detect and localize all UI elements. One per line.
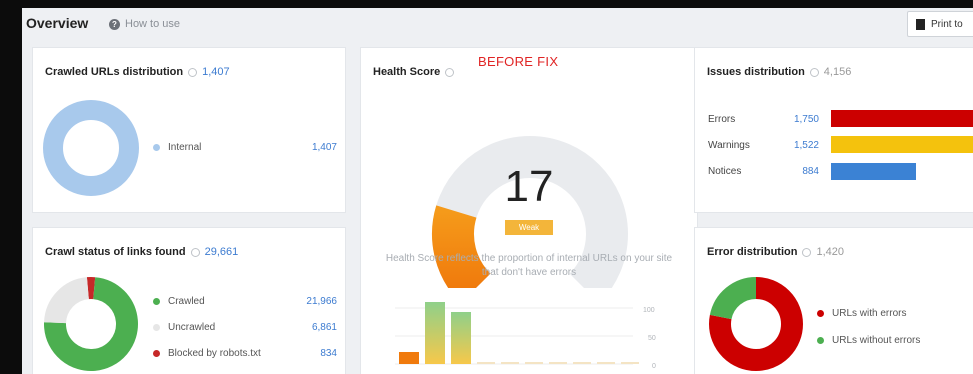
legend-item-uncrawled: Uncrawled: [153, 322, 215, 333]
issue-bar-notices[interactable]: [831, 163, 916, 180]
print-icon: [916, 18, 925, 30]
legend-dot: [153, 144, 160, 151]
history-bar-empty: [597, 362, 615, 364]
mini-tick-0: 0: [652, 363, 656, 370]
mini-tick-100: 100: [643, 307, 655, 314]
crawl-status-title: Crawl status of links found 29,661: [45, 246, 238, 258]
issue-value-warnings[interactable]: 1,522: [779, 140, 819, 151]
error-distribution-title: Error distribution 1,420: [707, 246, 844, 258]
history-bar: [425, 302, 445, 364]
before-fix-annotation: BEFORE FIX: [478, 54, 559, 69]
legend-item-crawled: Crawled: [153, 296, 205, 307]
legend-label: Internal: [168, 142, 202, 153]
card-title-text: Crawl status of links found: [45, 246, 186, 258]
legend-value-blocked[interactable]: 834: [285, 348, 337, 359]
legend-item-urls-without-errors: URLs without errors: [817, 335, 920, 346]
history-bar-empty: [549, 362, 567, 364]
overview-header: Overview ? How to use Print to: [22, 0, 973, 42]
error-distribution-card: Error distribution 1,420 URLs with error…: [694, 227, 973, 374]
mini-tick-50: 50: [648, 335, 656, 342]
info-icon[interactable]: [445, 67, 455, 77]
health-score-description: Health Score reflects the proportion of …: [385, 253, 673, 278]
card-title-text: Crawled URLs distribution: [45, 66, 184, 78]
legend-value-crawled[interactable]: 21,966: [285, 296, 337, 307]
legend-value-internal[interactable]: 1,407: [293, 142, 337, 153]
legend-label: Blocked by robots.txt: [168, 348, 261, 359]
legend-value-uncrawled[interactable]: 6,861: [285, 322, 337, 333]
site-audit-frame: Overview ? How to use Print to Crawled U…: [22, 0, 973, 374]
issue-label-notices: Notices: [708, 166, 742, 177]
page-title: Overview: [26, 15, 89, 31]
info-icon[interactable]: [190, 247, 200, 257]
help-icon: ?: [109, 18, 120, 30]
issues-distribution-title: Issues distribution 4,156: [707, 66, 851, 78]
history-bar-empty: [525, 362, 543, 364]
legend-item-urls-with-errors: URLs with errors: [817, 308, 906, 319]
weak-badge: Weak: [505, 220, 553, 235]
legend-label: URLs with errors: [832, 308, 907, 319]
issue-bar-errors[interactable]: [831, 110, 973, 127]
issues-count: 4,156: [823, 66, 852, 78]
issues-distribution-card: Issues distribution 4,156 Errors 1,750 W…: [694, 47, 973, 213]
legend-item-blocked: Blocked by robots.txt: [153, 348, 261, 359]
history-bar-empty: [621, 362, 639, 364]
card-title-text: Health Score: [373, 66, 441, 78]
legend-dot: [817, 310, 824, 317]
history-bar: [399, 352, 419, 364]
legend-dot: [817, 337, 824, 344]
health-score-title: Health Score: [373, 66, 455, 78]
crawl-status-count[interactable]: 29,661: [205, 246, 239, 258]
legend-label: Uncrawled: [168, 322, 216, 333]
print-button[interactable]: Print to: [907, 11, 973, 37]
history-bar-empty: [573, 362, 591, 364]
legend-label: URLs without errors: [832, 335, 921, 346]
issue-value-errors[interactable]: 1,750: [779, 114, 819, 125]
crawl-status-card: Crawl status of links found 29,661 Crawl…: [32, 227, 346, 374]
crawled-urls-title: Crawled URLs distribution 1,407: [45, 66, 230, 78]
issue-bar-warnings[interactable]: [831, 136, 973, 153]
health-score-value: 17: [504, 162, 554, 211]
info-icon[interactable]: [188, 67, 198, 77]
history-bar: [451, 312, 471, 364]
donut-slice-internal: [43, 100, 139, 196]
issue-label-errors: Errors: [708, 114, 736, 125]
history-bar-empty: [501, 362, 519, 364]
issue-value-notices[interactable]: 884: [779, 166, 819, 177]
legend-dot: [153, 324, 160, 331]
crawled-urls-donut: [43, 100, 139, 196]
how-to-use-link[interactable]: ? How to use: [109, 18, 180, 30]
card-title-text: Issues distribution: [707, 66, 805, 78]
error-distribution-donut: [709, 277, 803, 371]
info-icon[interactable]: [809, 67, 819, 77]
error-count: 1,420: [816, 246, 844, 258]
how-to-use-label: How to use: [125, 18, 181, 30]
crawled-urls-card: Crawled URLs distribution 1,407 Internal…: [32, 47, 346, 213]
legend-dot: [153, 298, 160, 305]
history-bar-empty: [477, 362, 495, 364]
crawled-urls-count[interactable]: 1,407: [202, 66, 230, 78]
card-title-text: Error distribution: [707, 246, 798, 258]
print-label: Print to: [931, 18, 963, 30]
crawl-status-donut: [44, 277, 138, 371]
legend-label: Crawled: [168, 296, 205, 307]
legend-item-internal: Internal: [153, 142, 201, 153]
info-icon[interactable]: [802, 247, 812, 257]
legend-dot: [153, 350, 160, 357]
issue-label-warnings: Warnings: [708, 140, 750, 151]
